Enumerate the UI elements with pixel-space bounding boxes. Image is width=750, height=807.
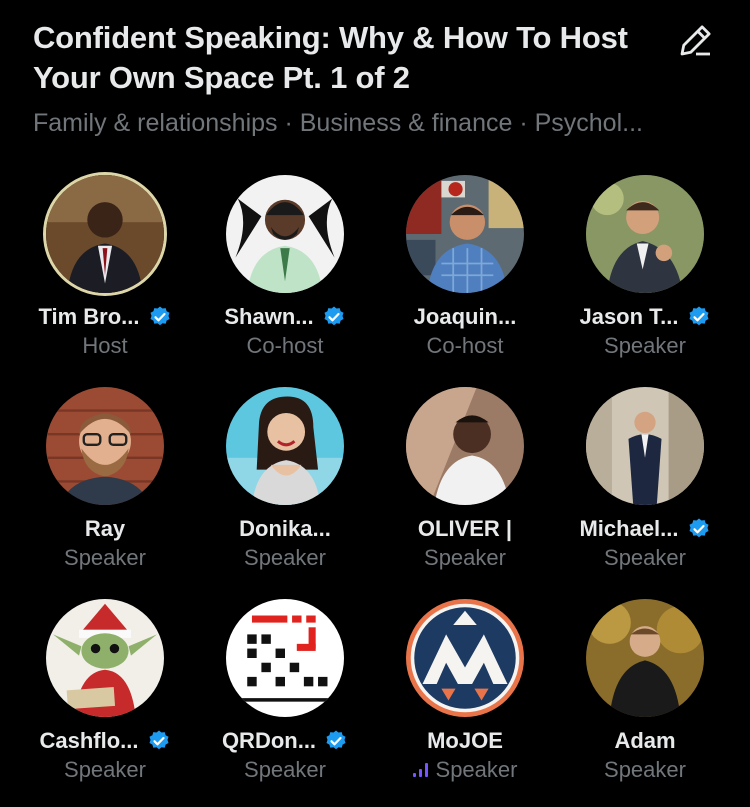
verified-badge-icon xyxy=(150,306,170,326)
participant-role: Speaker xyxy=(424,545,506,570)
avatar xyxy=(406,387,524,505)
participant-card[interactable]: Tim Bro... Host xyxy=(15,175,195,387)
participant-card[interactable]: Jason T... Speaker xyxy=(555,175,735,387)
participant-card[interactable]: Ray Speaker xyxy=(15,387,195,599)
avatar xyxy=(406,599,524,717)
space-topics[interactable]: Family & relationships · Business & fina… xyxy=(33,106,723,140)
verified-badge-icon xyxy=(149,730,168,750)
avatar xyxy=(586,387,704,505)
participant-name: Joaquin... xyxy=(413,304,517,329)
participant-role: Speaker xyxy=(244,757,326,782)
participant-card[interactable]: Shawn... Co-host xyxy=(195,175,375,387)
participant-card[interactable]: Donika... Speaker xyxy=(195,387,375,599)
participant-name: Shawn... xyxy=(224,304,314,329)
participant-role: Co-host xyxy=(426,333,504,358)
participant-role: Speaker xyxy=(244,545,326,570)
participant-role: Speaker xyxy=(604,545,686,570)
space-title: Confident Speaking: Why & How To Host Yo… xyxy=(33,20,628,95)
avatar xyxy=(46,599,164,717)
participant-card[interactable]: QRDon... Speaker xyxy=(195,599,375,807)
edit-button[interactable] xyxy=(672,16,720,64)
avatar xyxy=(406,175,524,293)
participant-card[interactable]: Cashflo... Speaker xyxy=(15,599,195,807)
avatar xyxy=(586,599,704,717)
verified-badge-icon xyxy=(689,518,709,538)
participant-name: Cashflo... xyxy=(39,728,139,753)
participant-card[interactable]: OLIVER | Speaker xyxy=(375,387,555,599)
participant-card[interactable]: MoJOE Speaker xyxy=(375,599,555,807)
participant-name: Ray xyxy=(84,516,126,541)
participant-role: Speaker xyxy=(604,333,686,358)
avatar xyxy=(226,387,344,505)
participant-role: Speaker xyxy=(435,757,518,782)
participant-name: Tim Bro... xyxy=(38,304,140,329)
participant-role: Speaker xyxy=(64,757,146,782)
participant-name: QRDon... xyxy=(221,728,317,753)
participant-card[interactable]: Michael... Speaker xyxy=(555,387,735,599)
participant-name: Adam xyxy=(614,728,676,753)
participant-role: Co-host xyxy=(246,333,324,358)
participants-grid: Tim Bro... Host Shawn... Co-host Joaquin… xyxy=(15,175,735,807)
participant-name: Donika... xyxy=(239,516,331,541)
participant-card[interactable]: Joaquin... Co-host xyxy=(375,175,555,387)
speaking-indicator-icon xyxy=(412,763,428,777)
verified-badge-icon xyxy=(689,306,709,326)
participant-role: Speaker xyxy=(604,757,686,782)
pencil-icon xyxy=(680,25,711,56)
space-header: Confident Speaking: Why & How To Host Yo… xyxy=(33,18,673,140)
avatar xyxy=(586,175,704,293)
participant-name: Michael... xyxy=(579,516,679,541)
participant-role: Speaker xyxy=(64,545,146,570)
participant-role: Host xyxy=(82,333,128,358)
participant-name: Jason T... xyxy=(579,304,679,329)
participant-name: MoJOE xyxy=(427,728,503,753)
participant-name: OLIVER | xyxy=(417,516,513,541)
participant-card[interactable]: Adam Speaker xyxy=(555,599,735,807)
avatar xyxy=(46,175,164,293)
avatar xyxy=(46,387,164,505)
verified-badge-icon xyxy=(326,730,346,750)
verified-badge-icon xyxy=(324,306,344,326)
avatar xyxy=(226,175,344,293)
avatar xyxy=(226,599,344,717)
